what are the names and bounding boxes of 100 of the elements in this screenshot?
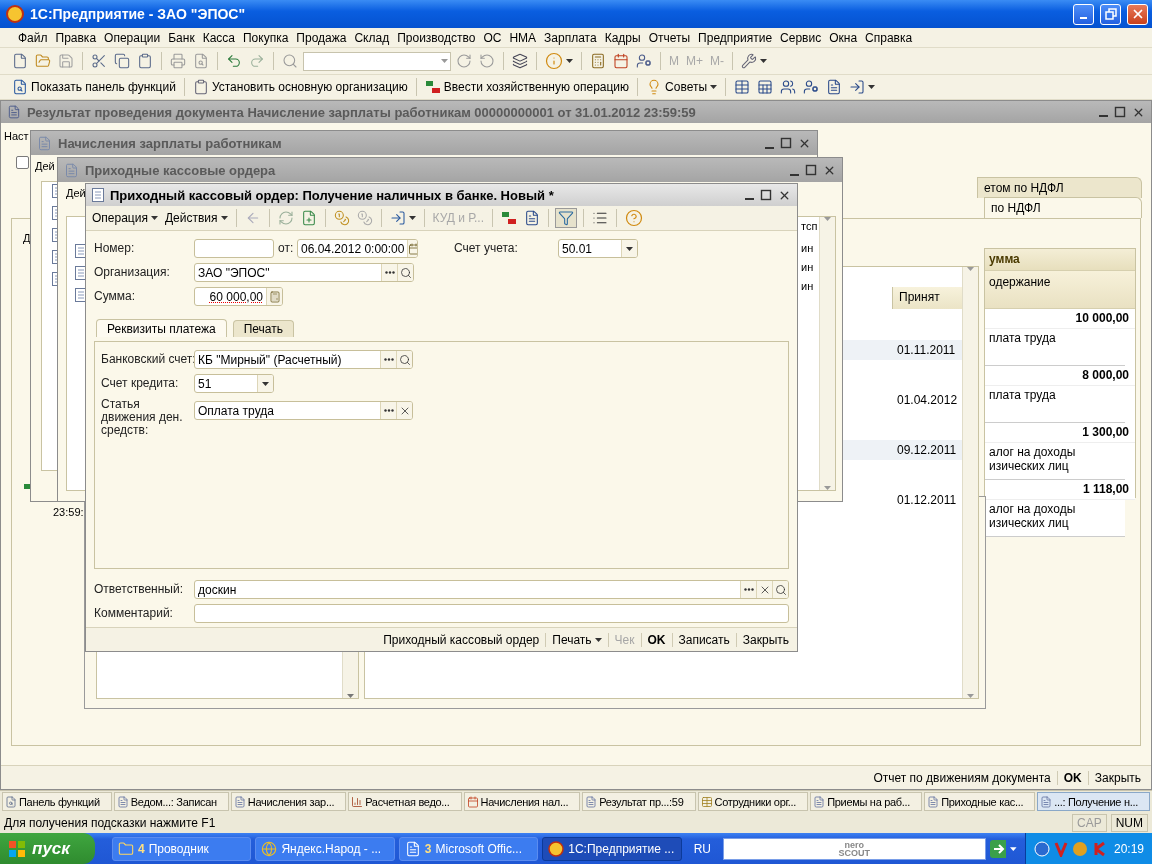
find-next-button[interactable] — [454, 52, 474, 70]
menu-button[interactable]: Операция — [90, 210, 160, 226]
footer-button[interactable]: OK — [640, 632, 672, 647]
search-button[interactable] — [772, 581, 788, 598]
footer-button[interactable]: Записать — [671, 632, 736, 647]
list-icon — [591, 210, 608, 226]
users-button[interactable] — [634, 52, 654, 70]
window-tab[interactable]: Панель функций — [2, 792, 112, 811]
window-tab[interactable]: Ведом...: Записан — [113, 792, 229, 811]
open-button[interactable] — [33, 52, 53, 70]
window-tab[interactable]: Сотрудники орг... — [697, 792, 809, 811]
maximize-button[interactable] — [1114, 106, 1126, 118]
document-icon — [37, 135, 52, 151]
menu-button[interactable]: Действия — [162, 210, 230, 226]
scrollbar[interactable] — [819, 217, 835, 490]
menu-item[interactable]: Склад — [350, 30, 394, 45]
tab[interactable]: Печать — [232, 320, 294, 337]
input-field[interactable]: доскин — [194, 580, 789, 599]
copy-button[interactable] — [112, 52, 132, 70]
import-icon — [389, 210, 406, 226]
structure-button[interactable] — [554, 208, 577, 228]
footer-button[interactable]: Отчет по движениям документа — [867, 770, 1057, 785]
maximize-button[interactable] — [780, 137, 792, 149]
find-previous-button[interactable] — [477, 52, 497, 70]
menu-item[interactable]: Операции — [100, 30, 165, 45]
language-indicator[interactable]: RU — [685, 841, 720, 856]
maximize-button[interactable] — [805, 164, 817, 176]
taskbar-button[interactable]: 3 Microsoft Offic... — [398, 836, 539, 861]
search-button[interactable] — [397, 264, 413, 281]
checkbox[interactable] — [16, 156, 29, 169]
search-button[interactable] — [396, 351, 412, 368]
menu-item[interactable]: Покупка — [239, 30, 293, 45]
menu-item[interactable]: Справка — [861, 30, 917, 45]
tab[interactable]: Реквизиты платежа — [96, 319, 227, 337]
menu-item[interactable]: НМА — [505, 30, 541, 45]
input-field[interactable] — [194, 239, 274, 258]
input-field[interactable]: 06.04.2012 0:00:00 — [297, 239, 418, 258]
toolbar-button[interactable]: Советы — [644, 78, 720, 96]
menu-item[interactable]: Кадры — [600, 30, 645, 45]
clear-button[interactable] — [756, 581, 772, 598]
taskbar-button[interactable]: 4 Проводник — [111, 836, 252, 861]
window-tab[interactable]: Результат пр...:59 — [582, 792, 696, 811]
select-button[interactable] — [380, 351, 396, 368]
footer-button[interactable]: Закрыть — [1087, 770, 1147, 785]
window-tab[interactable]: ...: Получение н... — [1037, 792, 1150, 811]
window-tab[interactable]: Расчетная ведо... — [348, 792, 462, 811]
menu-item[interactable]: Банк — [164, 30, 199, 45]
windows-button[interactable] — [510, 52, 530, 70]
info-button[interactable] — [543, 51, 575, 71]
calendar-button[interactable] — [407, 240, 417, 257]
input-field[interactable]: КБ "Мирный" (Расчетный) — [194, 350, 413, 369]
caret-icon — [760, 59, 767, 63]
input-field[interactable]: ЗАО "ЭПОС" — [194, 263, 414, 282]
input-field[interactable]: 51 — [194, 374, 274, 393]
calendar-button[interactable] — [611, 52, 631, 70]
menu-item[interactable]: Отчеты — [644, 30, 695, 45]
taskbar-button[interactable]: 1С:Предприятие ... — [542, 836, 682, 861]
select-button[interactable] — [380, 402, 396, 419]
tools-button[interactable] — [739, 52, 769, 70]
restore-button[interactable] — [1100, 3, 1121, 25]
dropdown-button[interactable] — [621, 240, 637, 257]
menu-item[interactable]: Окна — [825, 30, 862, 45]
tab[interactable]: по НДФЛ — [984, 197, 1142, 218]
menu-item[interactable]: ОС — [479, 30, 506, 45]
select-button[interactable] — [740, 581, 756, 598]
input-field[interactable]: 60 000,00 — [194, 287, 283, 306]
scrollbar[interactable] — [962, 267, 978, 698]
search-field[interactable]: nero SCOUT — [723, 837, 986, 860]
toolbar-button[interactable]: Ввести хозяйственную операцию — [422, 78, 632, 96]
menu-item[interactable]: Файл — [14, 30, 52, 45]
search-field[interactable] — [303, 51, 451, 71]
footer-button[interactable]: Закрыть — [735, 632, 795, 647]
select-button[interactable] — [381, 264, 397, 281]
menu-item[interactable]: Предприятие — [694, 30, 777, 45]
window-tab[interactable]: Начисления зар... — [230, 792, 347, 811]
menu-item[interactable]: Правка — [51, 30, 101, 45]
dropdown-button[interactable] — [257, 375, 273, 392]
taskbar-button[interactable]: Яндекс.Народ - ... — [255, 836, 395, 861]
window-tab[interactable]: Приходные кас... — [924, 792, 1036, 811]
tab[interactable]: етом по НДФЛ — [977, 177, 1142, 198]
menu-item[interactable]: Сервис — [776, 30, 826, 45]
toolbar-button[interactable]: Установить основную организацию — [190, 78, 410, 96]
maximize-button[interactable] — [760, 189, 772, 201]
clear-button[interactable] — [396, 402, 412, 419]
footer-button[interactable]: Приходный кассовый ордер — [377, 632, 546, 647]
menu-item[interactable]: Зарплата — [540, 30, 601, 45]
input-field[interactable]: Оплата труда — [194, 401, 413, 420]
input-field[interactable] — [194, 604, 789, 623]
start-button[interactable]: пуск — [0, 833, 95, 864]
menu-item[interactable]: Продажа — [292, 30, 351, 45]
window-tab[interactable]: Приемы на раб... — [810, 792, 923, 811]
menu-item[interactable]: Производство — [393, 30, 480, 45]
window-tab[interactable]: Начисления нал... — [463, 792, 581, 811]
close-button[interactable] — [1127, 3, 1148, 25]
print-button[interactable] — [168, 52, 188, 70]
footer-button[interactable]: OK — [1056, 770, 1088, 785]
input-field[interactable]: 50.01 — [558, 239, 638, 258]
footer-button[interactable]: Печать — [545, 632, 608, 647]
menu-item[interactable]: Касса — [198, 30, 239, 45]
toolbar-button[interactable]: Показать панель функций — [10, 78, 178, 96]
